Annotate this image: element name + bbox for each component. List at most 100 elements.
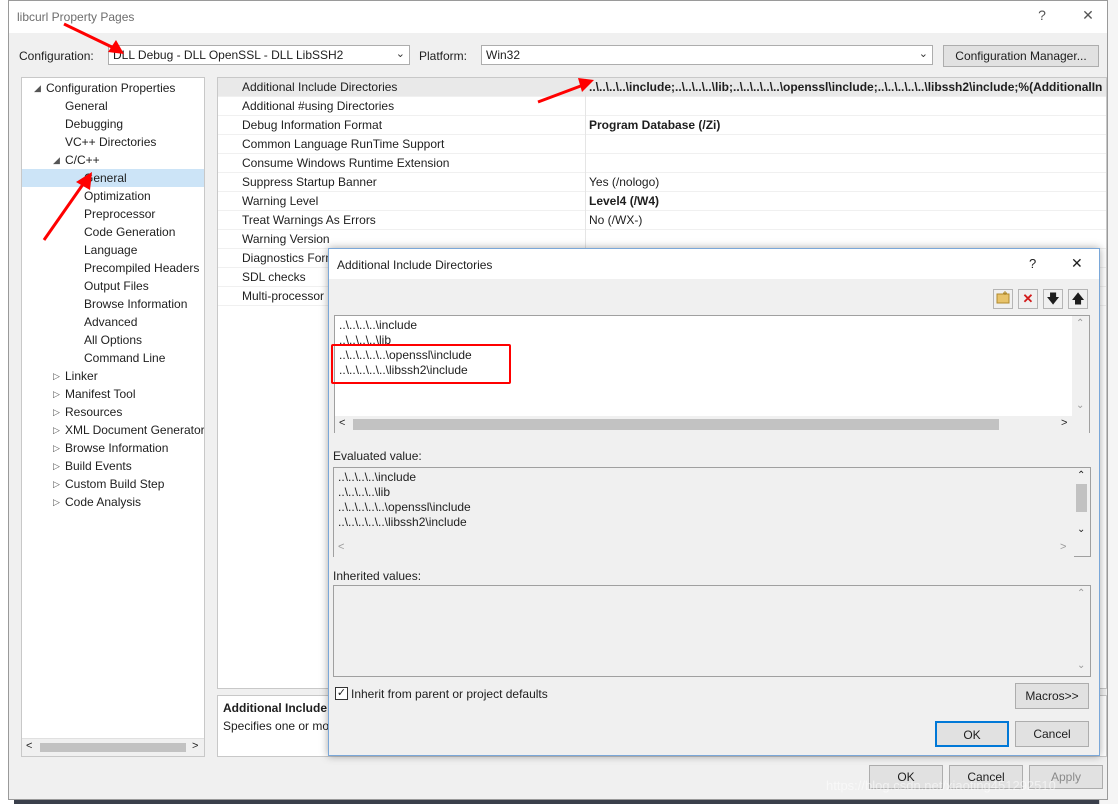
scroll-left-icon[interactable]: < bbox=[338, 541, 344, 553]
property-name: Common Language RunTime Support bbox=[242, 137, 445, 151]
description-title: Additional Include D bbox=[223, 701, 339, 715]
property-row[interactable]: Additional #using Directories bbox=[218, 97, 1106, 116]
tree-item-debugging[interactable]: Debugging bbox=[65, 115, 123, 133]
tree-item-advanced[interactable]: Advanced bbox=[84, 313, 137, 331]
collapsed-icon[interactable]: ▷ bbox=[53, 443, 60, 454]
tree-item-xml-document-generator[interactable]: XML Document Generator bbox=[65, 421, 204, 439]
tree-item-output-files[interactable]: Output Files bbox=[84, 277, 149, 295]
tree-item-precompiled-headers[interactable]: Precompiled Headers bbox=[84, 259, 199, 277]
tree-item-browse-information-2[interactable]: Browse Information bbox=[65, 439, 168, 457]
list-item: ..\..\..\..\..\libssh2\include bbox=[338, 515, 467, 529]
scroll-thumb[interactable] bbox=[353, 419, 999, 430]
scroll-left-icon[interactable]: < bbox=[26, 740, 32, 752]
tree-item-vc-directories[interactable]: VC++ Directories bbox=[65, 133, 156, 151]
list-item: ..\..\..\..\include bbox=[338, 470, 417, 484]
configuration-manager-button[interactable]: Configuration Manager... bbox=[943, 45, 1099, 67]
macros-button[interactable]: Macros>> bbox=[1015, 683, 1089, 709]
inherit-checkbox[interactable]: ✓ bbox=[335, 687, 348, 700]
red-arrow-icon bbox=[63, 22, 124, 54]
property-row[interactable]: Consume Windows Runtime Extension bbox=[218, 154, 1106, 173]
tree-item-manifest-tool[interactable]: Manifest Tool bbox=[65, 385, 135, 403]
tree-item-browse-information[interactable]: Browse Information bbox=[84, 295, 187, 313]
evaluated-label: Evaluated value: bbox=[333, 449, 422, 463]
tree-item-general[interactable]: General bbox=[65, 97, 108, 115]
tree-item-custom-build-step[interactable]: Custom Build Step bbox=[65, 475, 164, 493]
help-button[interactable]: ? bbox=[1027, 7, 1057, 27]
vertical-scrollbar[interactable]: ⌃ ⌄ bbox=[1073, 586, 1090, 676]
property-row[interactable]: Common Language RunTime Support bbox=[218, 135, 1106, 154]
tree-item-all-options[interactable]: All Options bbox=[84, 331, 142, 349]
tree-item-build-events[interactable]: Build Events bbox=[65, 457, 132, 475]
move-up-icon[interactable]: 🡅 bbox=[1068, 289, 1088, 309]
scroll-thumb[interactable] bbox=[40, 743, 186, 752]
property-row[interactable]: Additional Include Directories ..\..\..\… bbox=[218, 78, 1106, 97]
tree-item-command-line[interactable]: Command Line bbox=[84, 349, 165, 367]
horizontal-scrollbar[interactable]: < > bbox=[335, 416, 1089, 433]
tree-root[interactable]: Configuration Properties bbox=[46, 79, 175, 97]
property-row[interactable]: Warning Version bbox=[218, 230, 1106, 249]
tree-horizontal-scrollbar[interactable]: < > bbox=[22, 738, 204, 756]
property-name: Warning Level bbox=[242, 194, 319, 208]
configuration-value: DLL Debug - DLL OpenSSL - DLL LibSSH2 bbox=[113, 48, 344, 62]
list-item[interactable]: ..\..\..\..\include bbox=[339, 318, 417, 332]
property-row[interactable]: Treat Warnings As Errors No (/WX-) bbox=[218, 211, 1106, 230]
tree-item-code-analysis[interactable]: Code Analysis bbox=[65, 493, 141, 511]
red-arrow-icon bbox=[42, 172, 92, 241]
scroll-right-icon[interactable]: > bbox=[192, 740, 198, 752]
collapsed-icon[interactable]: ▷ bbox=[53, 371, 60, 382]
collapsed-icon[interactable]: ▷ bbox=[53, 461, 60, 472]
chevron-down-icon: ⌄ bbox=[918, 48, 928, 60]
property-row[interactable]: Suppress Startup Banner Yes (/nologo) bbox=[218, 173, 1106, 192]
scroll-down-icon[interactable]: ⌄ bbox=[1077, 524, 1085, 535]
collapsed-icon[interactable]: ▷ bbox=[53, 497, 60, 508]
property-row[interactable]: Debug Information Format Program Databas… bbox=[218, 116, 1106, 135]
collapsed-icon[interactable]: ▷ bbox=[53, 479, 60, 490]
include-directories-editor[interactable]: ..\..\..\..\include ..\..\..\..\lib ..\.… bbox=[331, 315, 1090, 433]
property-name: Suppress Startup Banner bbox=[242, 175, 377, 189]
property-row[interactable]: Warning Level Level4 (/W4) bbox=[218, 192, 1106, 211]
scroll-down-icon[interactable]: ⌄ bbox=[1076, 400, 1084, 411]
dialog-ok-button[interactable]: OK bbox=[935, 721, 1009, 747]
dialog-close-button[interactable]: ✕ bbox=[1071, 255, 1083, 272]
tree-item-cpp[interactable]: C/C++ bbox=[65, 151, 100, 169]
dialog-help-button[interactable]: ? bbox=[1029, 256, 1036, 271]
inherited-values-box: ⌃ ⌄ bbox=[333, 585, 1091, 677]
tree-item-resources[interactable]: Resources bbox=[65, 403, 122, 421]
move-down-icon[interactable]: 🡇 bbox=[1043, 289, 1063, 309]
horizontal-scrollbar[interactable]: < > bbox=[334, 540, 1074, 557]
property-value[interactable]: Yes (/nologo) bbox=[589, 175, 659, 189]
delete-icon[interactable]: ✕ bbox=[1018, 289, 1038, 309]
vertical-scrollbar[interactable]: ⌃ ⌄ bbox=[1073, 468, 1090, 540]
property-name: Debug Information Format bbox=[242, 118, 383, 132]
property-value[interactable]: ..\..\..\..\include;..\..\..\..\lib;..\.… bbox=[589, 80, 1102, 94]
property-name: Additional #using Directories bbox=[242, 99, 395, 113]
tree-item-linker[interactable]: Linker bbox=[65, 367, 98, 385]
scroll-thumb[interactable] bbox=[1076, 484, 1087, 512]
configuration-select[interactable]: DLL Debug - DLL OpenSSL - DLL LibSSH2 ⌄ bbox=[108, 45, 410, 65]
vertical-scrollbar[interactable]: ⌃ ⌄ bbox=[1072, 316, 1089, 416]
scroll-down-icon[interactable]: ⌄ bbox=[1077, 660, 1085, 671]
scroll-up-icon[interactable]: ⌃ bbox=[1077, 588, 1085, 599]
collapsed-icon[interactable]: ▷ bbox=[53, 407, 60, 418]
scroll-left-icon[interactable]: < bbox=[339, 417, 345, 429]
collapsed-icon[interactable]: ▷ bbox=[53, 425, 60, 436]
property-value[interactable]: No (/WX-) bbox=[589, 213, 642, 227]
close-button[interactable]: ✕ bbox=[1073, 7, 1103, 27]
expanded-icon[interactable]: ◢ bbox=[34, 83, 41, 94]
scroll-up-icon[interactable]: ⌃ bbox=[1076, 318, 1084, 329]
description-text: Specifies one or mo bbox=[223, 719, 330, 733]
property-name: Treat Warnings As Errors bbox=[242, 213, 376, 227]
list-item: ..\..\..\..\lib bbox=[338, 485, 391, 499]
expanded-icon[interactable]: ◢ bbox=[53, 155, 60, 166]
platform-select[interactable]: Win32 ⌄ bbox=[481, 45, 933, 65]
scroll-right-icon[interactable]: > bbox=[1061, 417, 1067, 429]
dialog-cancel-button[interactable]: Cancel bbox=[1015, 721, 1089, 747]
red-highlight-box bbox=[331, 344, 511, 384]
collapsed-icon[interactable]: ▷ bbox=[53, 389, 60, 400]
new-line-icon[interactable] bbox=[993, 289, 1013, 309]
scroll-up-icon[interactable]: ⌃ bbox=[1077, 470, 1085, 481]
property-name: Multi-processor bbox=[242, 289, 325, 303]
property-value[interactable]: Level4 (/W4) bbox=[589, 194, 659, 208]
scroll-right-icon[interactable]: > bbox=[1060, 541, 1066, 553]
property-value[interactable]: Program Database (/Zi) bbox=[589, 118, 720, 132]
